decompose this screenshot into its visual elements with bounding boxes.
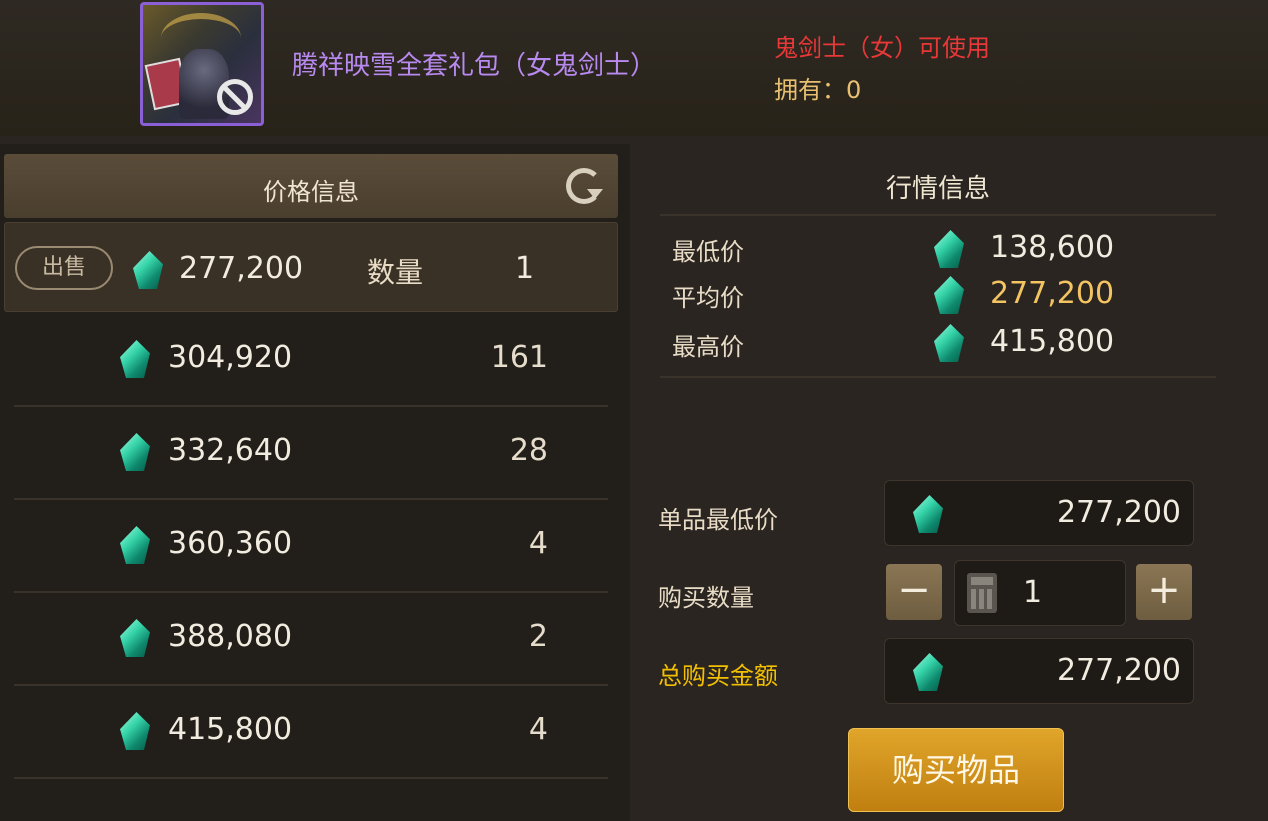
refresh-icon[interactable] bbox=[566, 168, 603, 204]
total-amount-value: 277,200 bbox=[1056, 653, 1181, 688]
stat-label-min: 最低价 bbox=[672, 238, 744, 266]
listing-price: 332,640 bbox=[168, 433, 293, 468]
listing-row[interactable]: 304,920 161 bbox=[14, 314, 608, 407]
listing-row[interactable]: 360,360 4 bbox=[14, 500, 608, 593]
listing-row[interactable]: 332,640 28 bbox=[14, 407, 608, 500]
buy-quantity-label: 购买数量 bbox=[658, 584, 754, 612]
gem-icon bbox=[120, 340, 150, 378]
selected-listing-row[interactable]: 出售 277,200 数量 1 bbox=[4, 222, 618, 312]
listing-price: 415,800 bbox=[168, 712, 293, 747]
forbidden-icon bbox=[217, 79, 253, 115]
gem-icon bbox=[120, 526, 150, 564]
quantity-label: 数量 bbox=[367, 256, 424, 289]
unit-min-price-field: 277,200 bbox=[884, 480, 1194, 546]
item-header: 腾祥映雪全套礼包（女鬼剑士） 鬼剑士（女）可使用 拥有：0 bbox=[0, 0, 1268, 136]
unit-min-price-label: 单品最低价 bbox=[658, 506, 778, 534]
gem-icon bbox=[934, 324, 964, 362]
gem-icon bbox=[120, 433, 150, 471]
price-panel-header: 价格信息 bbox=[4, 154, 618, 218]
total-amount-label: 总购买金额 bbox=[658, 662, 778, 690]
gem-icon bbox=[120, 619, 150, 657]
listing-quantity: 2 bbox=[528, 619, 548, 654]
listing-row[interactable]: 388,080 2 bbox=[14, 593, 608, 686]
decrease-quantity-button[interactable]: − bbox=[886, 564, 942, 620]
sell-button[interactable]: 出售 bbox=[15, 246, 113, 290]
gem-icon bbox=[133, 251, 163, 289]
item-name: 腾祥映雪全套礼包（女鬼剑士） bbox=[292, 51, 657, 81]
listing-quantity: 4 bbox=[528, 526, 548, 561]
stat-label-max: 最高价 bbox=[672, 333, 744, 361]
gem-icon bbox=[913, 495, 943, 533]
listing-quantity: 1 bbox=[515, 251, 535, 286]
listing-quantity: 28 bbox=[509, 433, 548, 468]
quantity-value: 1 bbox=[1023, 575, 1043, 610]
listing-price: 304,920 bbox=[168, 340, 293, 375]
buy-item-button[interactable]: 购买物品 bbox=[848, 728, 1064, 812]
listing-row[interactable]: 415,800 4 bbox=[14, 686, 608, 779]
price-panel: 价格信息 出售 277,200 数量 1 304,920 161 332,640… bbox=[0, 144, 630, 821]
gem-icon bbox=[913, 653, 943, 691]
gem-icon bbox=[934, 230, 964, 268]
usable-class-text: 鬼剑士（女）可使用 bbox=[774, 34, 990, 62]
unit-min-price-value: 277,200 bbox=[1056, 495, 1181, 530]
calculator-icon[interactable] bbox=[967, 573, 997, 613]
divider bbox=[660, 376, 1216, 378]
listing-quantity: 161 bbox=[490, 340, 548, 375]
stat-value-min: 138,600 bbox=[990, 230, 1115, 265]
increase-quantity-button[interactable]: + bbox=[1136, 564, 1192, 620]
market-panel-title: 行情信息 bbox=[885, 174, 990, 204]
gem-icon bbox=[120, 712, 150, 750]
total-amount-field: 277,200 bbox=[884, 638, 1194, 704]
stat-value-max: 415,800 bbox=[990, 324, 1115, 359]
listing-quantity: 4 bbox=[528, 712, 548, 747]
quantity-input[interactable]: 1 bbox=[954, 560, 1126, 626]
stat-label-avg: 平均价 bbox=[672, 284, 744, 312]
listing-price: 277,200 bbox=[179, 251, 304, 286]
owned-count: 拥有：0 bbox=[774, 76, 862, 104]
item-thumbnail[interactable] bbox=[140, 2, 264, 126]
divider bbox=[660, 214, 1216, 216]
gem-icon bbox=[934, 276, 964, 314]
price-panel-title: 价格信息 bbox=[263, 178, 359, 206]
listing-price: 360,360 bbox=[168, 526, 293, 561]
stat-value-avg: 277,200 bbox=[990, 276, 1115, 311]
listing-price: 388,080 bbox=[168, 619, 293, 654]
